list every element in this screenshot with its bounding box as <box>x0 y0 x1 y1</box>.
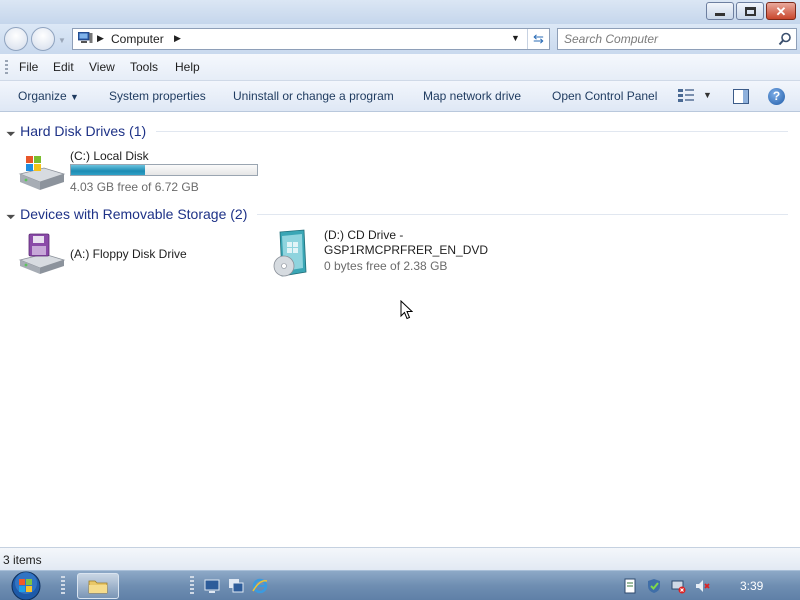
back-button[interactable] <box>4 27 28 51</box>
window-controls: ✕ <box>706 2 796 20</box>
close-icon: ✕ <box>775 3 787 19</box>
drive-c[interactable]: (C:) Local Disk 4.03 GB free of 6.72 GB <box>16 148 266 194</box>
group-header-removable[interactable]: ◢ Devices with Removable Storage (2) <box>6 204 788 224</box>
cd-drive-icon <box>273 229 307 277</box>
menu-tools[interactable]: Tools <box>130 60 158 74</box>
taskbar-grip[interactable] <box>61 576 65 596</box>
search-icon[interactable] <box>778 32 792 46</box>
menu-edit[interactable]: Edit <box>53 60 74 74</box>
menu-help[interactable]: Help <box>175 60 200 74</box>
preview-pane-icon[interactable] <box>733 89 749 104</box>
address-dropdown-icon[interactable]: ▼ <box>511 33 520 43</box>
drive-name: (A:) Floppy Disk Drive <box>70 247 187 261</box>
disk-usage-bar <box>70 164 258 176</box>
chevron-down-icon: ▼ <box>70 92 79 102</box>
taskbar: 3:39 <box>0 570 800 600</box>
computer-icon <box>78 32 93 43</box>
help-icon[interactable]: ? <box>768 88 785 105</box>
close-button[interactable]: ✕ <box>766 2 796 20</box>
group-divider <box>156 130 788 132</box>
drive-name-line2: GSP1RMCPRFRER_EN_DVD <box>324 243 489 257</box>
menu-view[interactable]: View <box>89 60 115 74</box>
drive-name: (C:) Local Disk <box>70 149 149 163</box>
volume-muted-icon[interactable] <box>694 578 710 594</box>
organize-button[interactable]: Organize ▼ <box>18 89 79 103</box>
group-label: Devices with Removable Storage (2) <box>20 206 248 222</box>
mouse-cursor-icon <box>400 300 413 320</box>
menu-grip <box>5 60 8 76</box>
taskbar-explorer-button[interactable] <box>77 573 119 599</box>
clock[interactable]: 3:39 <box>740 579 763 593</box>
group-divider <box>257 213 788 215</box>
folder-icon <box>88 580 108 594</box>
menu-bar: File Edit View Tools Help <box>0 54 800 81</box>
drive-d[interactable]: (D:) CD Drive - GSP1RMCPRFRER_EN_DVD 0 b… <box>270 228 488 282</box>
network-disconnected-icon[interactable] <box>670 578 686 594</box>
search-box[interactable] <box>557 28 797 50</box>
menu-file[interactable]: File <box>19 60 38 74</box>
hard-disk-icon <box>18 156 66 190</box>
search-input[interactable] <box>564 30 764 48</box>
floppy-drive-icon <box>18 233 66 274</box>
breadcrumb-arrow-icon[interactable]: ▶ <box>97 33 104 44</box>
map-network-drive-button[interactable]: Map network drive <box>423 89 521 103</box>
security-center-icon[interactable] <box>646 578 662 594</box>
switch-windows-icon[interactable] <box>228 578 244 594</box>
drive-name-line1: (D:) CD Drive - <box>324 228 404 242</box>
minimize-icon <box>715 12 725 16</box>
status-bar: 3 items <box>0 547 800 570</box>
maximize-button[interactable] <box>736 2 764 20</box>
command-bar: Organize ▼ System properties Uninstall o… <box>0 81 800 112</box>
collapse-triangle-icon[interactable]: ◢ <box>6 209 17 220</box>
internet-explorer-icon[interactable] <box>252 578 268 594</box>
refresh-button[interactable]: ⇆ <box>527 29 549 49</box>
drive-a[interactable]: (A:) Floppy Disk Drive <box>16 232 246 278</box>
view-options-dropdown-icon[interactable]: ▼ <box>703 90 712 100</box>
taskbar-grip[interactable] <box>190 576 194 596</box>
group-label: Hard Disk Drives (1) <box>20 123 147 139</box>
show-desktop-icon[interactable] <box>204 578 220 594</box>
address-row: ▼ ▶ Computer ▶ ▼ ⇆ <box>0 24 800 54</box>
uninstall-program-button[interactable]: Uninstall or change a program <box>233 89 394 103</box>
breadcrumb-computer[interactable]: Computer <box>111 32 164 46</box>
breadcrumb-arrow-icon[interactable]: ▶ <box>174 33 181 44</box>
disk-usage-fill <box>71 165 146 175</box>
drive-free-space: 0 bytes free of 2.38 GB <box>324 259 448 273</box>
tray-document-icon[interactable] <box>622 578 638 594</box>
item-count: 3 items <box>3 553 42 567</box>
collapse-triangle-icon[interactable]: ◢ <box>6 126 17 137</box>
drive-free-space: 4.03 GB free of 6.72 GB <box>70 180 199 194</box>
recent-pages-dropdown-icon[interactable]: ▼ <box>58 36 66 45</box>
open-control-panel-button[interactable]: Open Control Panel <box>552 89 657 103</box>
title-bar: ✕ <box>0 0 800 24</box>
refresh-icon: ⇆ <box>533 31 544 46</box>
maximize-icon <box>744 6 756 16</box>
start-button[interactable] <box>8 571 44 600</box>
system-properties-button[interactable]: System properties <box>109 89 206 103</box>
change-view-icon[interactable] <box>678 89 694 103</box>
group-header-hard-disk[interactable]: ◢ Hard Disk Drives (1) <box>6 121 788 141</box>
organize-label: Organize <box>18 89 67 103</box>
minimize-button[interactable] <box>706 2 734 20</box>
content-pane: ◢ Hard Disk Drives (1) (C:) Local Disk 4… <box>0 112 800 547</box>
forward-button[interactable] <box>31 27 55 51</box>
address-bar[interactable]: ▶ Computer ▶ ▼ ⇆ <box>72 28 550 50</box>
